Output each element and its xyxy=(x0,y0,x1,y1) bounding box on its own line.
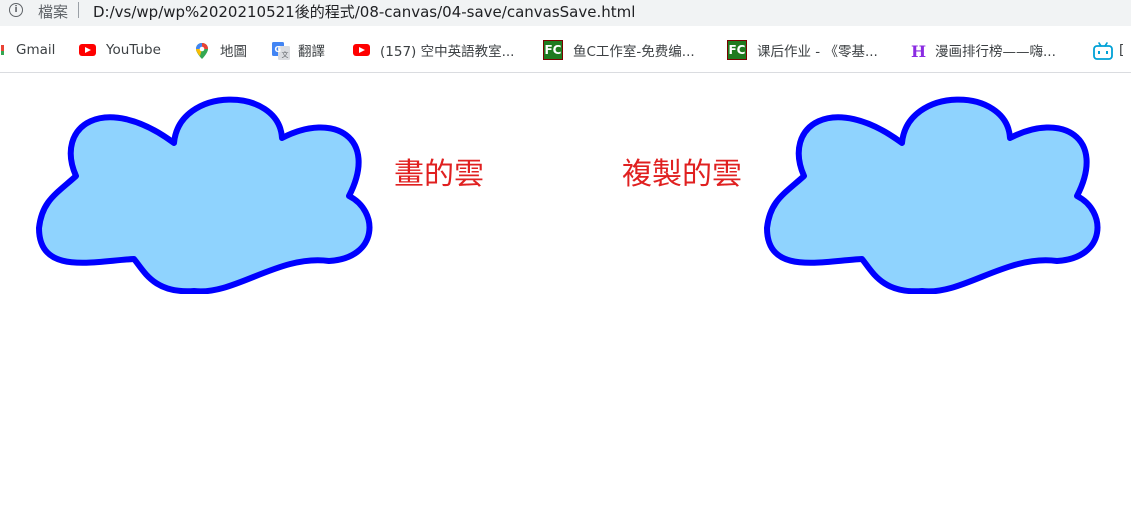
drawn-cloud xyxy=(36,96,373,294)
youtube-icon xyxy=(79,44,96,56)
bookmark-label: (157) 空中英語教室... xyxy=(380,44,515,60)
bookmark-maps[interactable]: 地圖 xyxy=(194,36,247,64)
copied-cloud xyxy=(764,96,1101,294)
svg-text:文: 文 xyxy=(282,50,289,59)
page-content: 畫的雲 複製的雲 xyxy=(0,73,1131,510)
address-separator xyxy=(78,2,79,18)
maps-icon xyxy=(194,42,210,59)
gmail-icon xyxy=(0,42,6,58)
translate-icon: G 文 xyxy=(272,42,290,60)
drawn-cloud-caption: 畫的雲 xyxy=(394,157,484,192)
bookmark-english-class[interactable]: (157) 空中英語教室... xyxy=(353,36,514,64)
bookmark-fishc-studio[interactable]: FC 鱼C工作室-免费编... xyxy=(543,36,695,64)
bookmark-label: YouTube xyxy=(106,42,161,58)
fc-icon: FC xyxy=(727,40,747,60)
youtube-icon xyxy=(353,44,370,56)
bookmark-youtube[interactable]: YouTube xyxy=(79,36,161,64)
bookmark-homework[interactable]: FC 课后作业 - 《零基... xyxy=(727,36,878,64)
info-icon[interactable]: i xyxy=(9,3,23,17)
bilibili-icon xyxy=(1093,42,1113,60)
bookmarks-bar: Gmail YouTube 地圖 G 文 翻譯 (157) 空中英語教室... … xyxy=(0,36,1131,64)
bookmark-label: Gmail xyxy=(16,42,56,58)
bookmark-label: 地圖 xyxy=(220,44,247,60)
copied-cloud-caption: 複製的雲 xyxy=(622,157,742,192)
address-bar[interactable]: i 檔案 D:/vs/wp/wp%2020210521後的程式/08-canva… xyxy=(0,0,1131,26)
bookmark-bilibili[interactable]: [ xyxy=(1093,36,1124,64)
bookmark-translate[interactable]: G 文 翻譯 xyxy=(272,36,325,64)
url-scheme-label: 檔案 xyxy=(38,3,69,21)
bookmark-label: 翻譯 xyxy=(298,44,325,60)
bookmark-gmail[interactable]: Gmail xyxy=(0,36,55,64)
h-logo-icon: H xyxy=(911,42,927,61)
bookmark-label: 课后作业 - 《零基... xyxy=(757,44,878,60)
fc-icon: FC xyxy=(543,40,563,60)
bookmark-label: 漫画排行榜——嗨... xyxy=(935,44,1056,60)
svg-text:G: G xyxy=(275,45,282,54)
url-text[interactable]: D:/vs/wp/wp%2020210521後的程式/08-canvas/04-… xyxy=(93,1,635,22)
bookmark-manga-ranking[interactable]: H 漫画排行榜——嗨... xyxy=(911,36,1056,64)
bookmark-label: 鱼C工作室-免费编... xyxy=(573,44,695,60)
bookmark-label: [ xyxy=(1119,42,1125,58)
